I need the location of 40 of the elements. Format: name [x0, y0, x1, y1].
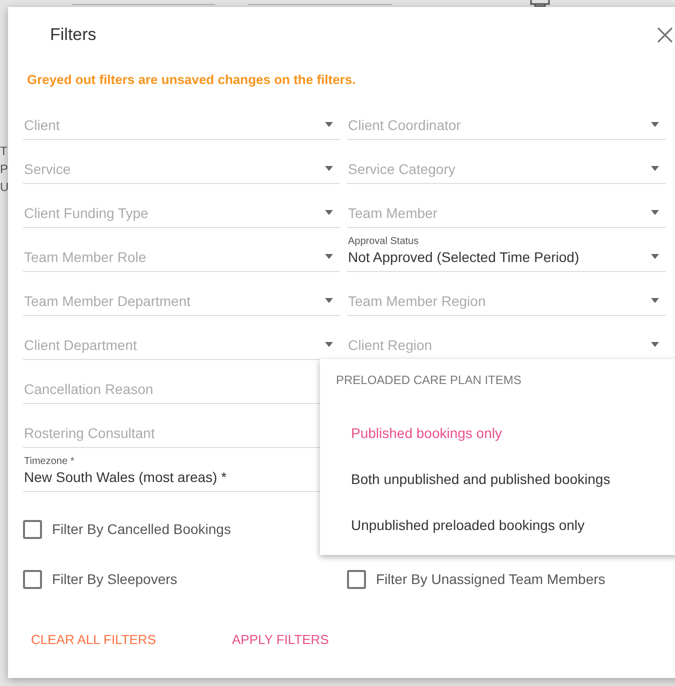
close-icon[interactable]: [657, 27, 673, 43]
select-field[interactable]: Team Member Role: [23, 228, 340, 272]
checkbox-label: Filter By Cancelled Bookings: [52, 521, 231, 537]
tray-icon[interactable]: [530, 0, 550, 7]
clear-button[interactable]: CLEAR ALL FILTERS: [23, 624, 164, 655]
dropdown-arrow-icon[interactable]: [651, 254, 659, 259]
checkbox[interactable]: [23, 570, 42, 588]
apply-button[interactable]: APPLY FILTERS: [224, 624, 337, 655]
dropdown-arrow-icon[interactable]: [325, 298, 333, 303]
menu-item[interactable]: Unpublished preloaded bookings only: [320, 502, 675, 548]
background-text: U: [0, 179, 8, 196]
dropdown-arrow-icon[interactable]: [325, 254, 333, 259]
dropdown-arrow-icon[interactable]: [651, 166, 659, 171]
dialog-title: Filters: [50, 25, 96, 45]
dropdown-arrow-icon[interactable]: [325, 122, 333, 127]
dropdown-arrow-icon[interactable]: [325, 342, 333, 347]
field-label: Approval Status: [348, 235, 420, 248]
select-field[interactable]: Approval Status Not Approved (Selected Time Period): [347, 228, 666, 272]
dropdown-arrow-icon[interactable]: [651, 210, 659, 215]
select-field[interactable]: Team Member Department: [23, 272, 340, 316]
checkbox-label: Filter By Unassigned Team Members: [376, 571, 606, 587]
checkbox-label: Filter By Sleepovers: [52, 571, 178, 587]
dropdown-arrow-icon[interactable]: [651, 342, 659, 347]
field-label: Timezone *: [24, 455, 76, 468]
dropdown-arrow-icon[interactable]: [651, 298, 659, 303]
dropdown-arrow-icon[interactable]: [325, 166, 333, 171]
checkbox[interactable]: [347, 570, 366, 588]
select-field[interactable]: Team Member: [347, 184, 666, 228]
select-field[interactable]: Client Coordinator: [347, 96, 666, 140]
select-field[interactable]: Client: [23, 96, 340, 140]
select-field[interactable]: Service: [23, 140, 340, 184]
dropdown-arrow-icon[interactable]: [325, 210, 333, 215]
checkbox[interactable]: [23, 520, 42, 538]
select-field[interactable]: Service Category: [347, 140, 666, 184]
dropdown-arrow-icon[interactable]: [651, 122, 659, 127]
background-text: T: [0, 143, 8, 160]
select-field[interactable]: Team Member Region: [347, 272, 666, 316]
background-text: P: [0, 161, 8, 178]
select-field[interactable]: Client Funding Type: [23, 184, 340, 228]
notice-text: Greyed out filters are unsaved changes on the filters.: [27, 71, 357, 89]
